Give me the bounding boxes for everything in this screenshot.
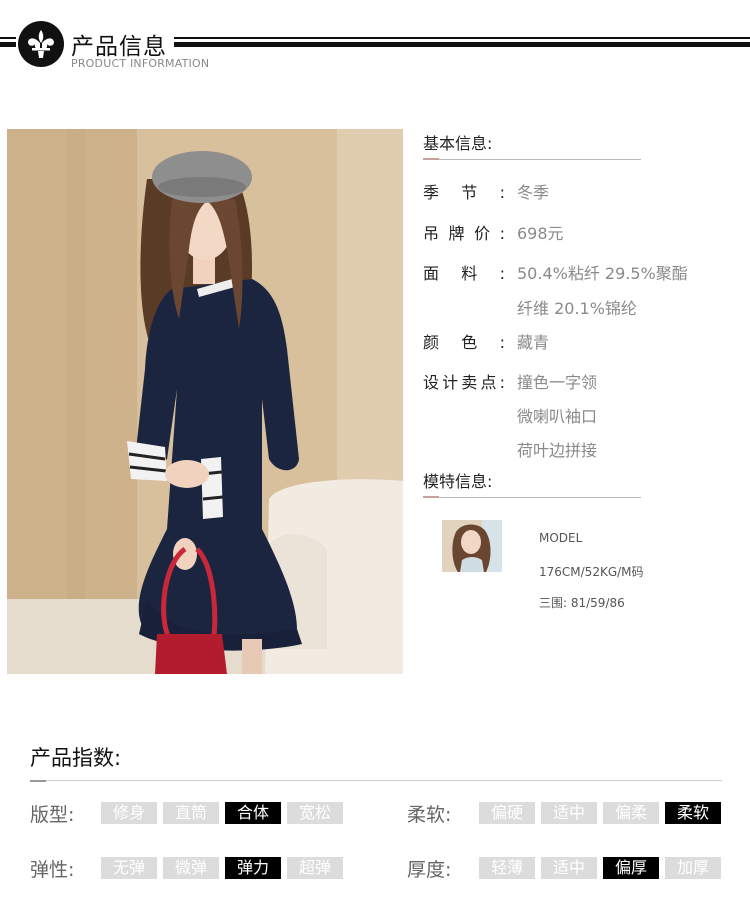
index-fit-option: 直筒 bbox=[163, 802, 219, 824]
product-index-title: 产品指数: bbox=[30, 746, 122, 770]
label-color: 颜色: bbox=[423, 333, 505, 352]
fleur-de-lis-icon bbox=[18, 21, 64, 67]
product-index-divider bbox=[30, 780, 722, 781]
index-softness-option: 偏硬 bbox=[479, 802, 535, 824]
value-design-point-2: 微喇叭袖口 bbox=[517, 407, 598, 426]
index-fit-option: 宽松 bbox=[287, 802, 343, 824]
product-photo bbox=[7, 129, 403, 674]
label-design-points: 设计卖点: bbox=[423, 373, 505, 392]
index-softness-option-selected: 柔软 bbox=[665, 802, 721, 824]
index-label-fit: 版型: bbox=[30, 804, 75, 826]
index-label-softness: 柔软: bbox=[407, 804, 452, 826]
header-rule-left-thick bbox=[0, 42, 16, 47]
model-info-divider bbox=[423, 497, 641, 498]
model-info-divider-accent bbox=[423, 496, 439, 498]
index-softness-option: 适中 bbox=[541, 802, 597, 824]
section-subtitle: PRODUCT INFORMATION bbox=[71, 57, 210, 70]
product-index-divider-accent bbox=[30, 780, 46, 782]
header-rule-right-thick bbox=[174, 42, 750, 47]
index-thickness-option: 适中 bbox=[541, 857, 597, 879]
value-season: 冬季 bbox=[517, 183, 550, 202]
basic-info-title: 基本信息: bbox=[423, 134, 493, 153]
index-elasticity-option: 微弹 bbox=[163, 857, 219, 879]
index-fit-option: 修身 bbox=[101, 802, 157, 824]
model-measurements: 三围: 81/59/86 bbox=[539, 596, 625, 610]
header-rule-right-thin bbox=[174, 37, 750, 39]
label-season: 季节: bbox=[423, 183, 505, 202]
value-design-point-3: 荷叶边拼接 bbox=[517, 441, 598, 460]
section-title: 产品信息 bbox=[71, 34, 167, 60]
index-label-thickness: 厚度: bbox=[407, 859, 452, 881]
index-fit-option-selected: 合体 bbox=[225, 802, 281, 824]
label-tag-price: 吊牌价: bbox=[423, 224, 505, 243]
index-thickness-option: 轻薄 bbox=[479, 857, 535, 879]
index-elasticity-option: 超弹 bbox=[287, 857, 343, 879]
label-fabric: 面料: bbox=[423, 264, 505, 283]
model-label: MODEL bbox=[539, 531, 583, 545]
value-color: 藏青 bbox=[517, 333, 550, 352]
model-info-title: 模特信息: bbox=[423, 472, 493, 491]
index-elasticity-option: 无弹 bbox=[101, 857, 157, 879]
index-elasticity-option-selected: 弹力 bbox=[225, 857, 281, 879]
basic-info-divider bbox=[423, 159, 641, 160]
index-label-elasticity: 弹性: bbox=[30, 859, 75, 881]
basic-info-divider-accent bbox=[423, 158, 439, 160]
value-design-point-1: 撞色一字领 bbox=[517, 373, 598, 392]
index-softness-option: 偏柔 bbox=[603, 802, 659, 824]
value-fabric-line2: 纤维 20.1%锦纶 bbox=[517, 299, 637, 318]
index-thickness-option-selected: 偏厚 bbox=[603, 857, 659, 879]
value-fabric-line1: 50.4%粘纤 29.5%聚酯 bbox=[517, 264, 688, 283]
model-size: 176CM/52KG/M码 bbox=[539, 565, 644, 579]
header-rule-left-thin bbox=[0, 37, 16, 39]
value-tag-price: 698元 bbox=[517, 224, 564, 243]
index-thickness-option: 加厚 bbox=[665, 857, 721, 879]
model-thumbnail bbox=[442, 520, 502, 572]
